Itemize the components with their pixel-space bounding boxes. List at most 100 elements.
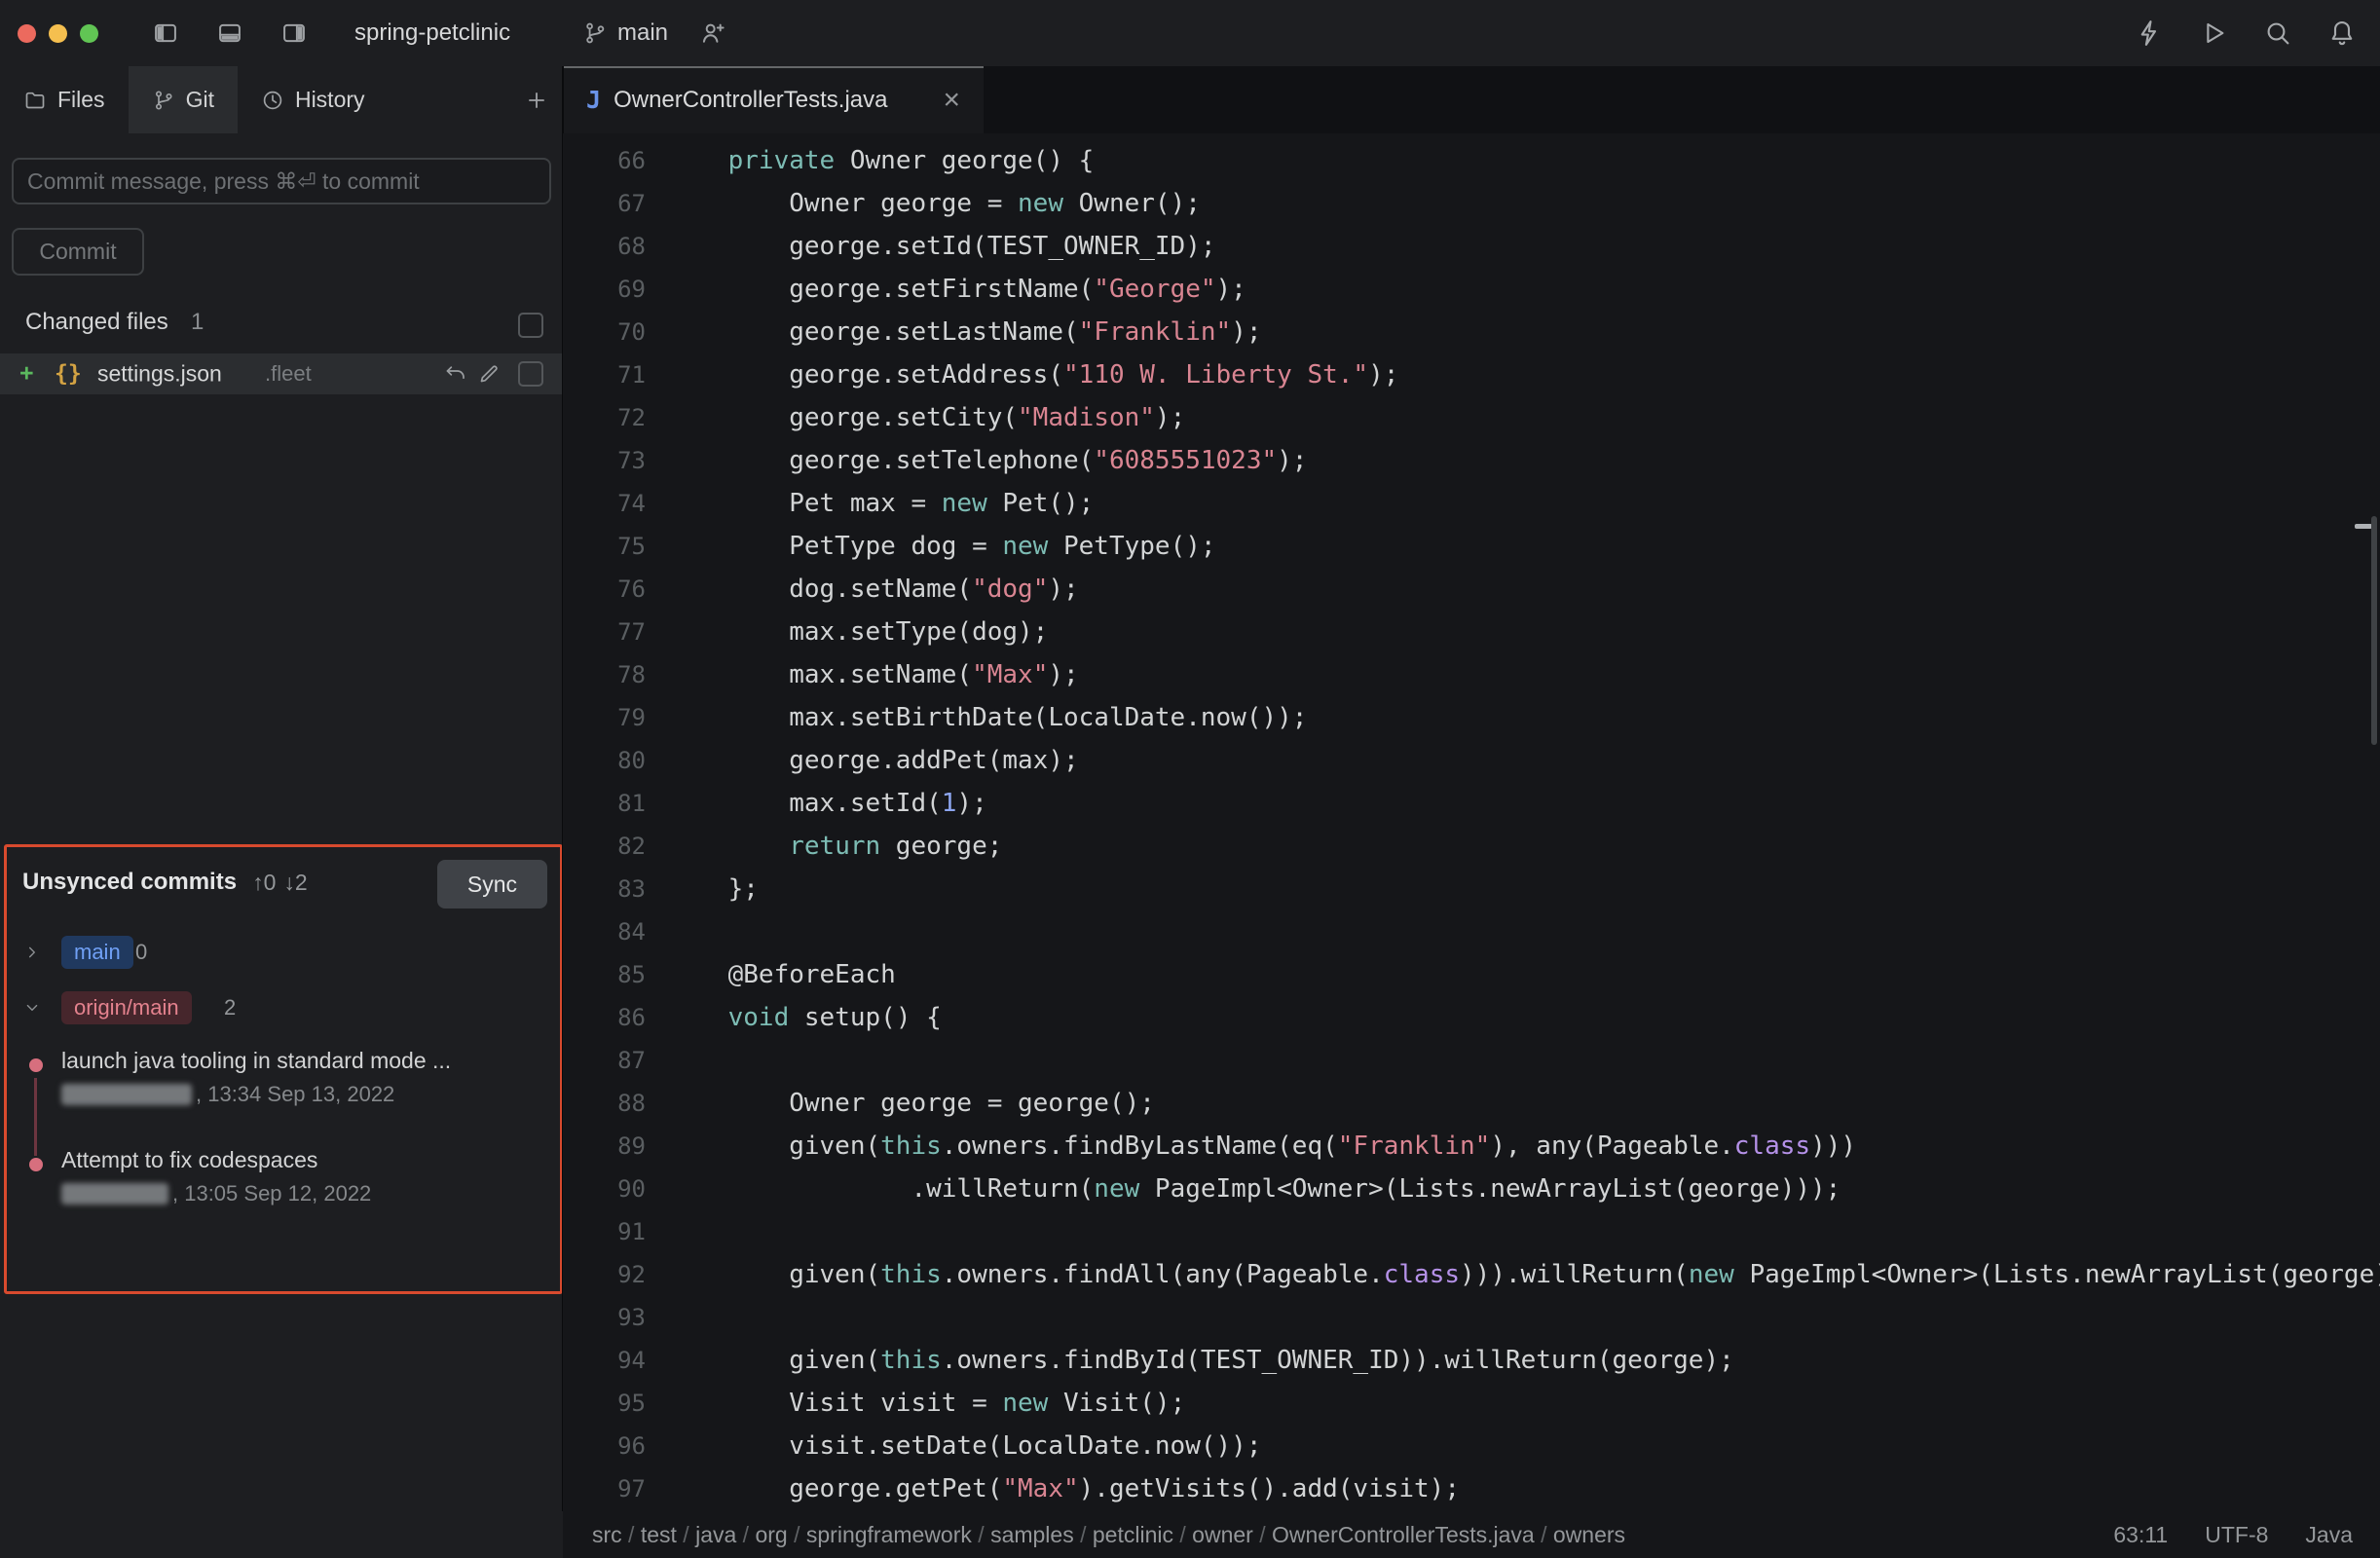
line-number[interactable]: 77 [563,611,646,653]
commit-item[interactable]: launch java tooling in standard mode ...… [61,1048,529,1107]
line-number[interactable]: 93 [563,1296,646,1339]
code-line[interactable]: 88 Owner george = george(); [563,1082,2380,1125]
run-config-icon[interactable] [2135,19,2164,48]
code-line[interactable]: 78 max.setName("Max"); [563,653,2380,696]
code-line[interactable]: 71 george.setAddress("110 W. Liberty St.… [563,353,2380,396]
line-number[interactable]: 67 [563,182,646,225]
code-line[interactable]: 89 given(this.owners.findByLastName(eq("… [563,1125,2380,1168]
code-editor[interactable]: 66 private Owner george() {67 Owner geor… [563,133,2380,1511]
sidebar-tab-files[interactable]: Files [0,66,129,133]
line-number[interactable]: 82 [563,825,646,868]
toggle-right-panel-icon[interactable] [280,19,308,47]
file-language[interactable]: Java [2305,1522,2353,1548]
collaborate-button[interactable] [699,0,726,66]
code-line[interactable]: 68 george.setId(TEST_OWNER_ID); [563,225,2380,268]
remote-branch-badge[interactable]: origin/main [61,991,192,1024]
line-number[interactable]: 72 [563,396,646,439]
code-line[interactable]: 81 max.setId(1); [563,782,2380,825]
code-line[interactable]: 95 Visit visit = new Visit(); [563,1382,2380,1425]
line-number[interactable]: 84 [563,910,646,953]
caret-position[interactable]: 63:11 [2113,1522,2168,1548]
breadcrumb-item[interactable]: org [755,1522,787,1547]
line-number[interactable]: 80 [563,739,646,782]
line-number[interactable]: 81 [563,782,646,825]
rollback-icon[interactable] [444,362,467,386]
run-icon[interactable] [2199,19,2228,48]
code-line[interactable]: 90 .willReturn(new PageImpl<Owner>(Lists… [563,1168,2380,1210]
sidebar-tab-history[interactable]: History [238,66,389,133]
breadcrumb-item[interactable]: src [592,1522,622,1547]
code-line[interactable]: 97 george.getPet("Max").getVisits().add(… [563,1467,2380,1510]
branch-switcher[interactable]: main [582,0,668,66]
zoom-window-button[interactable] [80,24,98,43]
branch-row-local[interactable]: main 0 [7,936,560,969]
code-line[interactable]: 67 Owner george = new Owner(); [563,182,2380,225]
select-all-checkbox[interactable] [518,313,543,338]
breadcrumb-item[interactable]: OwnerControllerTests.java [1272,1522,1535,1547]
code-line[interactable]: 70 george.setLastName("Franklin"); [563,311,2380,353]
code-line[interactable]: 91 [563,1210,2380,1253]
breadcrumb-item[interactable]: owners [1553,1522,1625,1547]
code-line[interactable]: 93 [563,1296,2380,1339]
line-number[interactable]: 90 [563,1168,646,1210]
code-line[interactable]: 87 [563,1039,2380,1082]
toggle-left-panel-icon[interactable] [152,19,179,47]
breadcrumb-item[interactable]: java [695,1522,736,1547]
breadcrumb-item[interactable]: springframework [806,1522,972,1547]
project-title[interactable]: spring-petclinic [354,0,510,66]
code-line[interactable]: 74 Pet max = new Pet(); [563,482,2380,525]
search-icon[interactable] [2263,19,2292,48]
commit-message-input[interactable] [12,158,551,204]
line-number[interactable]: 92 [563,1253,646,1296]
breadcrumb-item[interactable]: samples [990,1522,1074,1547]
line-number[interactable]: 78 [563,653,646,696]
editor-tab-ownercontrollertests[interactable]: J OwnerControllerTests.java × [563,66,984,133]
add-tool-tab-button[interactable] [524,66,549,133]
code-line[interactable]: 69 george.setFirstName("George"); [563,268,2380,311]
code-line[interactable]: 83 }; [563,868,2380,910]
line-number[interactable]: 76 [563,568,646,611]
breadcrumb-item[interactable]: owner [1192,1522,1253,1547]
line-number[interactable]: 97 [563,1467,646,1510]
notifications-bell-icon[interactable] [2327,19,2357,48]
local-branch-badge[interactable]: main [61,936,133,969]
line-number[interactable]: 68 [563,225,646,268]
line-number[interactable]: 85 [563,953,646,996]
close-tab-icon[interactable]: × [943,86,960,115]
code-area[interactable]: 66 private Owner george() {67 Owner geor… [563,139,2380,1510]
breadcrumb-item[interactable]: test [641,1522,677,1547]
code-line[interactable]: 79 max.setBirthDate(LocalDate.now()); [563,696,2380,739]
commit-item[interactable]: Attempt to fix codespaces , 13:05 Sep 12… [61,1147,529,1206]
edit-icon[interactable] [477,362,501,386]
line-number[interactable]: 96 [563,1425,646,1467]
code-line[interactable]: 92 given(this.owners.findAll(any(Pageabl… [563,1253,2380,1296]
sidebar-tab-git[interactable]: Git [129,66,238,133]
sync-button[interactable]: Sync [437,860,547,909]
line-number[interactable]: 75 [563,525,646,568]
line-number[interactable]: 71 [563,353,646,396]
line-number[interactable]: 66 [563,139,646,182]
branch-row-remote[interactable]: origin/main 2 [7,991,560,1024]
code-line[interactable]: 80 george.addPet(max); [563,739,2380,782]
line-number[interactable]: 86 [563,996,646,1039]
line-number[interactable]: 83 [563,868,646,910]
toggle-bottom-panel-icon[interactable] [216,19,243,47]
code-line[interactable]: 75 PetType dog = new PetType(); [563,525,2380,568]
line-number[interactable]: 69 [563,268,646,311]
line-number[interactable]: 89 [563,1125,646,1168]
code-line[interactable]: 86 void setup() { [563,996,2380,1039]
line-number[interactable]: 87 [563,1039,646,1082]
file-checkbox[interactable] [518,361,543,387]
line-number[interactable]: 70 [563,311,646,353]
scrollbar-thumb[interactable] [2371,516,2377,745]
close-window-button[interactable] [18,24,36,43]
commit-button[interactable]: Commit [12,228,144,276]
code-line[interactable]: 72 george.setCity("Madison"); [563,396,2380,439]
code-line[interactable]: 94 given(this.owners.findById(TEST_OWNER… [563,1339,2380,1382]
code-line[interactable]: 84 [563,910,2380,953]
line-number[interactable]: 73 [563,439,646,482]
code-line[interactable]: 76 dog.setName("dog"); [563,568,2380,611]
line-number[interactable]: 88 [563,1082,646,1125]
breadcrumb-item[interactable]: petclinic [1093,1522,1173,1547]
changed-file-row[interactable]: + {} settings.json .fleet [0,353,563,394]
